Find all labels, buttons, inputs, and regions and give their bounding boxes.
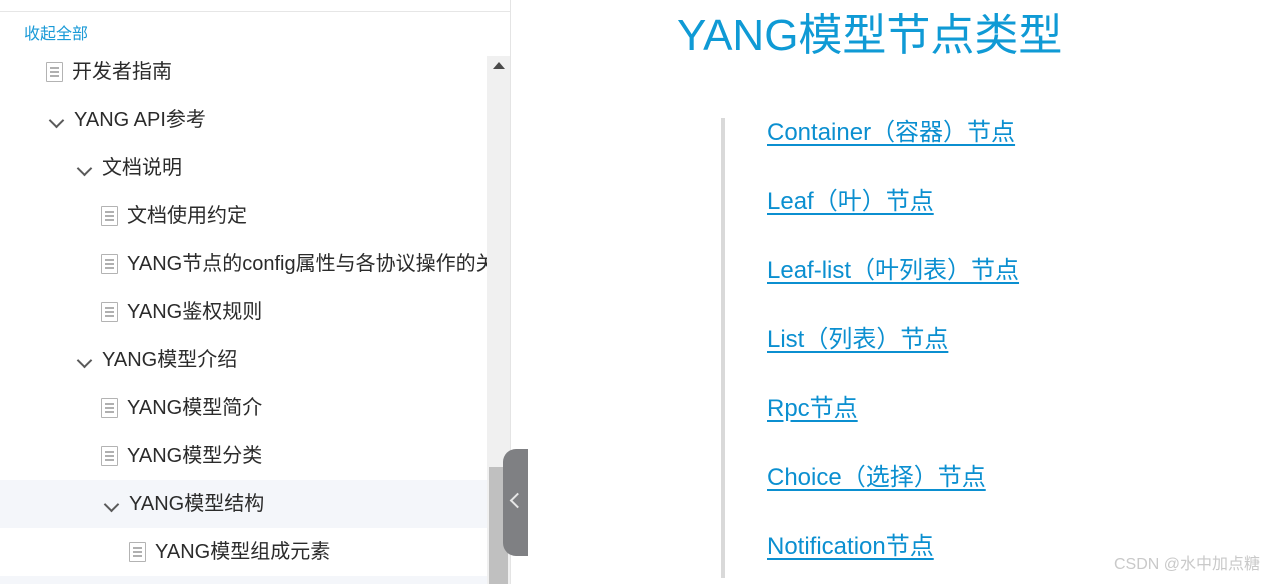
tree-item-label: YANG模型组成元素 (155, 541, 331, 563)
chevron-down-icon[interactable] (101, 493, 123, 515)
sidebar-navigation-panel: 收起全部 开发者指南 YANG API参考 文档说明文档使用约定 YANG节点的con… (0, 0, 511, 584)
collapse-all-link[interactable]: 收起全部 (24, 24, 88, 46)
tree-item[interactable]: 文档说明 (0, 144, 510, 192)
tree-item-label: YANG模型介绍 (102, 349, 238, 371)
tree-item-label: 开发者指南 (72, 61, 172, 83)
document-icon (101, 398, 118, 418)
document-icon (101, 302, 118, 322)
chevron-down-icon[interactable] (74, 349, 96, 371)
sidebar-top-divider (0, 11, 510, 12)
tree-item[interactable]: YANG API参考 (0, 96, 510, 144)
toc-link[interactable]: Choice（选择）节点 (767, 463, 1019, 493)
tree-item[interactable]: YANG节点的config属性与各协议操作的关系 (0, 240, 510, 288)
page-title: YANG模型节点类型 (677, 11, 1063, 60)
navigation-tree: 开发者指南 YANG API参考 文档说明文档使用约定 YANG节点的config属性… (0, 48, 510, 584)
toc-link[interactable]: Rpc节点 (767, 394, 1019, 424)
tree-item-label: YANG模型简介 (127, 397, 263, 419)
tree-item[interactable]: 开发者指南 (0, 48, 510, 96)
document-icon (101, 446, 118, 466)
document-icon (129, 542, 146, 562)
toc-link[interactable]: List（列表）节点 (767, 325, 1019, 355)
document-icon (101, 254, 118, 274)
main-content-area: YANG模型节点类型 Container（容器）节点 Leaf（叶）节点 Leaf-… (512, 0, 1274, 584)
tree-item[interactable]: YANG模型结构 (0, 480, 510, 528)
tree-item[interactable]: YANG模型组成元素 (0, 528, 510, 576)
document-icon (101, 206, 118, 226)
tree-item[interactable]: YANG鉴权规则 (0, 288, 510, 336)
panel-collapse-handle[interactable] (503, 449, 528, 556)
tree-item-label: 文档说明 (102, 157, 182, 179)
tree-item[interactable]: YANG模型简介 (0, 384, 510, 432)
tree-item-label: YANG API参考 (74, 109, 206, 131)
tree-item-label: YANG鉴权规则 (127, 301, 263, 323)
tree-item-label: YANG模型分类 (127, 445, 263, 467)
toc-link[interactable]: Container（容器）节点 (767, 118, 1019, 148)
tree-item-label: 文档使用约定 (127, 205, 247, 227)
toc-link[interactable]: Leaf（叶）节点 (767, 187, 1019, 217)
document-icon (46, 62, 63, 82)
chevron-down-icon[interactable] (46, 109, 68, 131)
tree-item[interactable]: 文档使用约定 (0, 192, 510, 240)
toc-link[interactable]: Notification节点 (767, 532, 1019, 562)
scroll-up-arrow-icon[interactable] (487, 56, 510, 74)
tree-item[interactable]: YANG模型介绍 (0, 336, 510, 384)
toc-link[interactable]: Leaf-list（叶列表）节点 (767, 256, 1019, 286)
tree-item-label: YANG模型结构 (129, 493, 265, 515)
tree-item-label: YANG节点的config属性与各协议操作的关系 (127, 253, 510, 275)
chevron-left-icon (509, 492, 526, 509)
tree-item[interactable]: YANG模型分类 (0, 432, 510, 480)
tree-item[interactable]: YANG模型节点类型 (0, 576, 510, 584)
csdn-watermark: CSDN @水中加点糖 (1113, 556, 1260, 573)
chevron-down-icon[interactable] (74, 157, 96, 179)
table-of-contents: Container（容器）节点 Leaf（叶）节点 Leaf-list（叶列表）节点… (721, 118, 1019, 578)
